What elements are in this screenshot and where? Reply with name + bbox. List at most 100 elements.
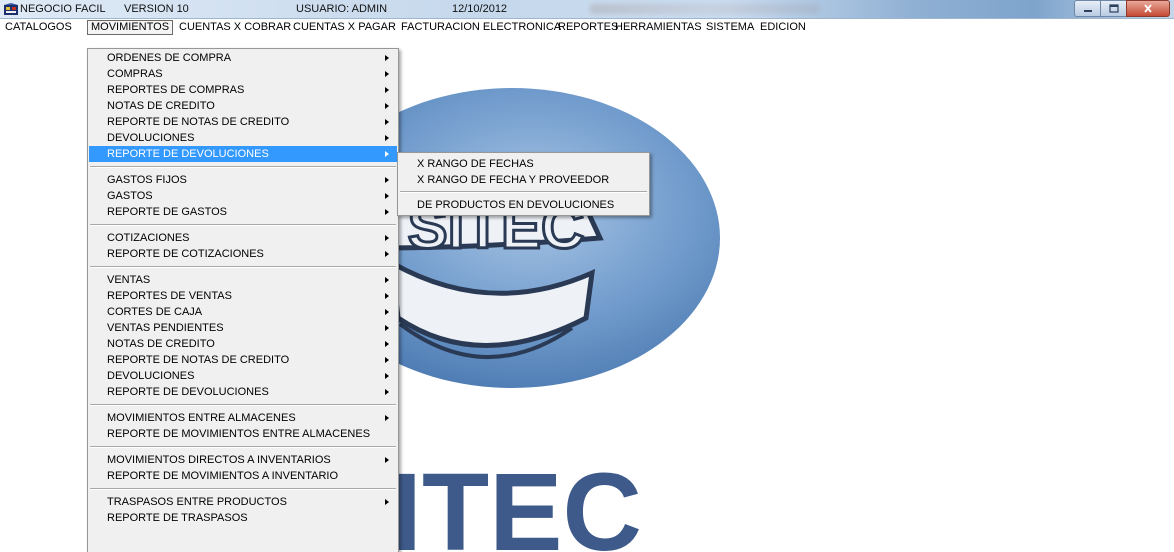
menu-item-reportes-de-compras[interactable]: REPORTES DE COMPRAS xyxy=(89,82,397,98)
menu-item-label: REPORTE DE DEVOLUCIONES xyxy=(107,386,269,398)
submenu-arrow-icon xyxy=(385,209,389,215)
submenu-item-label: DE PRODUCTOS EN DEVOLUCIONES xyxy=(417,199,615,211)
submenu-arrow-icon xyxy=(385,277,389,283)
submenu-arrow-icon xyxy=(385,325,389,331)
menu-item-label: VENTAS PENDIENTES xyxy=(107,322,224,334)
menu-item-label: REPORTE DE COTIZACIONES xyxy=(107,248,264,260)
menu-item-cotizaciones[interactable]: COTIZACIONES xyxy=(89,230,397,246)
menu-item-reporte-de-devoluciones-ventas[interactable]: REPORTE DE DEVOLUCIONES xyxy=(89,384,397,400)
menu-separator xyxy=(400,191,647,193)
maximize-button[interactable] xyxy=(1100,0,1126,17)
menu-item-label: REPORTE DE MOVIMIENTOS ENTRE ALMACENES xyxy=(107,428,371,440)
submenu-arrow-icon xyxy=(385,151,389,157)
menu-item-reportes-de-ventas[interactable]: REPORTES DE VENTAS xyxy=(89,288,397,304)
menu-item-ventas-pendientes[interactable]: VENTAS PENDIENTES xyxy=(89,320,397,336)
menu-cuentas-x-pagar[interactable]: CUENTAS X PAGAR xyxy=(290,20,399,35)
menu-item-cortes-de-caja[interactable]: CORTES DE CAJA xyxy=(89,304,397,320)
menu-item-label: REPORTE DE DEVOLUCIONES xyxy=(107,148,269,160)
menu-herramientas[interactable]: HERRAMIENTAS xyxy=(612,20,705,35)
menu-facturacion-electronica[interactable]: FACTURACION ELECTRONICA xyxy=(398,20,564,35)
menu-item-label: CORTES DE CAJA xyxy=(107,306,203,318)
minimize-button[interactable] xyxy=(1074,0,1100,17)
menu-item-devoluciones-ventas[interactable]: DEVOLUCIONES xyxy=(89,368,397,384)
menu-item-traspasos-entre-productos[interactable]: TRASPASOS ENTRE PRODUCTOS xyxy=(89,494,397,510)
menu-item-label: REPORTE DE GASTOS xyxy=(107,206,228,218)
menu-item-reporte-de-gastos[interactable]: REPORTE DE GASTOS xyxy=(89,204,397,220)
current-date: 12/10/2012 xyxy=(452,3,508,15)
menu-item-gastos[interactable]: GASTOS xyxy=(89,188,397,204)
menu-separator xyxy=(90,266,396,268)
menu-separator xyxy=(90,446,396,448)
window-controls xyxy=(1074,0,1170,17)
menu-item-label: TRASPASOS ENTRE PRODUCTOS xyxy=(107,496,287,508)
submenu-item-label: X RANGO DE FECHAS xyxy=(417,158,534,170)
submenu-item-x-rango-de-fecha-y-proveedor[interactable]: X RANGO DE FECHA Y PROVEEDOR xyxy=(399,172,648,188)
menu-item-ventas[interactable]: VENTAS xyxy=(89,272,397,288)
menu-item-reporte-de-notas-de-credito-ventas[interactable]: REPORTE DE NOTAS DE CREDITO xyxy=(89,352,397,368)
submenu-arrow-icon xyxy=(385,71,389,77)
menu-item-label: MOVIMIENTOS ENTRE ALMACENES xyxy=(107,412,296,424)
submenu-arrow-icon xyxy=(385,373,389,379)
menu-item-movimientos-directos-a-inventarios[interactable]: MOVIMIENTOS DIRECTOS A INVENTARIOS xyxy=(89,452,397,468)
submenu-item-x-rango-de-fechas[interactable]: X RANGO DE FECHAS xyxy=(399,156,648,172)
menu-item-reporte-de-movimientos-entre-almacenes[interactable]: REPORTE DE MOVIMIENTOS ENTRE ALMACENES xyxy=(89,426,397,442)
submenu-arrow-icon xyxy=(385,499,389,505)
menu-separator xyxy=(90,166,396,168)
submenu-arrow-icon xyxy=(385,415,389,421)
title-bar: NEGOCIO FACIL VERSION 10 USUARIO: ADMIN … xyxy=(0,0,1174,19)
menu-item-gastos-fijos[interactable]: GASTOS FIJOS xyxy=(89,172,397,188)
submenu-arrow-icon xyxy=(385,293,389,299)
menu-item-reporte-de-traspasos[interactable]: REPORTE DE TRASPASOS xyxy=(89,510,397,526)
menu-separator xyxy=(90,488,396,490)
app-name: NEGOCIO FACIL xyxy=(20,3,106,15)
menu-item-compras[interactable]: COMPRAS xyxy=(89,66,397,82)
menu-movimientos[interactable]: MOVIMIENTOS xyxy=(87,20,174,35)
submenu-item-de-productos-en-devoluciones[interactable]: DE PRODUCTOS EN DEVOLUCIONES xyxy=(399,197,648,213)
close-button[interactable] xyxy=(1126,0,1170,17)
menu-item-label: REPORTE DE MOVIMIENTOS A INVENTARIO xyxy=(107,470,339,482)
blurred-title-text xyxy=(590,4,820,14)
submenu-arrow-icon xyxy=(385,235,389,241)
submenu-item-label: X RANGO DE FECHA Y PROVEEDOR xyxy=(417,174,610,186)
menu-sistema[interactable]: SISTEMA xyxy=(703,20,757,35)
menu-item-reporte-de-movimientos-a-inventario[interactable]: REPORTE DE MOVIMIENTOS A INVENTARIO xyxy=(89,468,397,484)
menu-item-label: REPORTE DE NOTAS DE CREDITO xyxy=(107,354,290,366)
menu-item-label: REPORTES DE VENTAS xyxy=(107,290,232,302)
menu-item-notas-de-credito-ventas[interactable]: NOTAS DE CREDITO xyxy=(89,336,397,352)
menu-item-label: COTIZACIONES xyxy=(107,232,190,244)
submenu-arrow-icon xyxy=(385,119,389,125)
menu-item-label: DEVOLUCIONES xyxy=(107,370,195,382)
submenu-arrow-icon xyxy=(385,389,389,395)
menu-item-label: COMPRAS xyxy=(107,68,163,80)
menu-item-label: VENTAS xyxy=(107,274,151,286)
menu-item-label: GASTOS xyxy=(107,190,153,202)
menu-item-ordenes-de-compra[interactable]: ORDENES DE COMPRA xyxy=(89,50,397,66)
menu-item-label: REPORTE DE NOTAS DE CREDITO xyxy=(107,116,290,128)
menu-item-label: GASTOS FIJOS xyxy=(107,174,187,186)
menu-item-reporte-de-notas-de-credito[interactable]: REPORTE DE NOTAS DE CREDITO xyxy=(89,114,397,130)
menu-cuentas-x-cobrar[interactable]: CUENTAS X COBRAR xyxy=(176,20,294,35)
menu-item-label: DEVOLUCIONES xyxy=(107,132,195,144)
submenu-arrow-icon xyxy=(385,55,389,61)
submenu-arrow-icon xyxy=(385,457,389,463)
menu-catalogos[interactable]: CATALOGOS xyxy=(2,20,75,35)
menu-item-movimientos-entre-almacenes[interactable]: MOVIMIENTOS ENTRE ALMACENES xyxy=(89,410,397,426)
submenu-arrow-icon xyxy=(385,309,389,315)
menu-item-label: NOTAS DE CREDITO xyxy=(107,338,215,350)
menu-item-notas-de-credito[interactable]: NOTAS DE CREDITO xyxy=(89,98,397,114)
menu-separator xyxy=(90,224,396,226)
submenu-arrow-icon xyxy=(385,341,389,347)
menu-item-reporte-de-devoluciones[interactable]: REPORTE DE DEVOLUCIONES xyxy=(89,146,397,162)
menu-item-label: MOVIMIENTOS DIRECTOS A INVENTARIOS xyxy=(107,454,331,466)
menu-edicion[interactable]: EDICION xyxy=(757,20,809,35)
maximize-icon xyxy=(1108,4,1119,13)
menu-item-devoluciones[interactable]: DEVOLUCIONES xyxy=(89,130,397,146)
menu-item-reporte-de-cotizaciones[interactable]: REPORTE DE COTIZACIONES xyxy=(89,246,397,262)
menu-bar: CATALOGOS MOVIMIENTOS CUENTAS X COBRAR C… xyxy=(0,19,1174,36)
menu-item-label: REPORTES DE COMPRAS xyxy=(107,84,245,96)
submenu-arrow-icon xyxy=(385,177,389,183)
submenu-arrow-icon xyxy=(385,357,389,363)
submenu-arrow-icon xyxy=(385,87,389,93)
movimientos-menu: ORDENES DE COMPRA COMPRAS REPORTES DE CO… xyxy=(87,48,399,552)
submenu-arrow-icon xyxy=(385,103,389,109)
